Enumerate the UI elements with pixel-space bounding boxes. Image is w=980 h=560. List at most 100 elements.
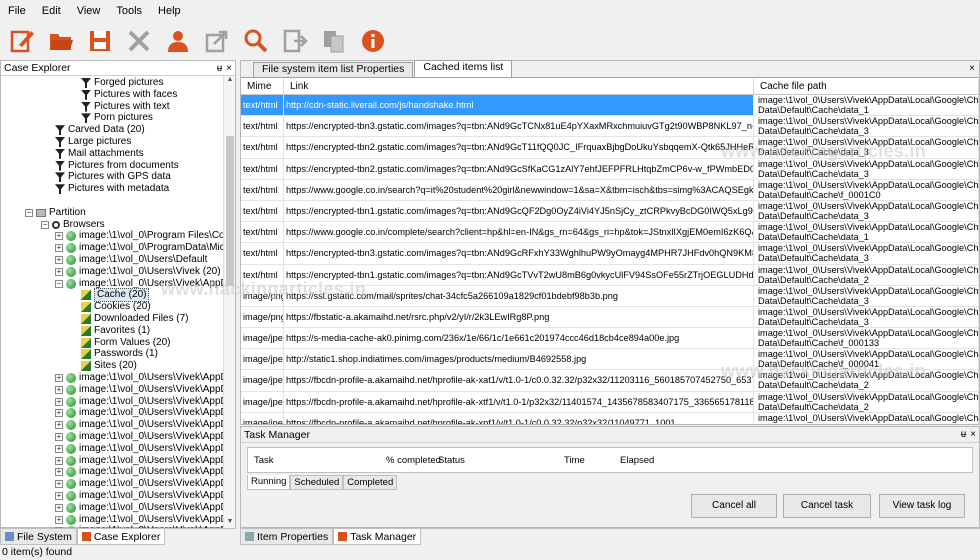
tab-item-properties[interactable]: Item Properties (240, 529, 334, 545)
pin-icon[interactable]: ᵾ (217, 63, 222, 74)
tree-node[interactable]: + image:\1\vol_0\Users\Vivek\AppData (55, 372, 225, 384)
table-row[interactable]: text/html https://encrypted-tbn2.gstatic.… (241, 158, 979, 180)
col-mime[interactable]: Mime (241, 79, 284, 94)
view-task-log-button[interactable]: View task log (879, 494, 965, 518)
tree-node[interactable]: Carved Data (20) (55, 124, 145, 136)
table-row[interactable]: image/jpeg https://fbcdn-profile-a.akamai… (241, 391, 979, 413)
tab-scheduled[interactable]: Scheduled (290, 475, 344, 490)
table-row[interactable]: image/jpeg http://static1.shop.indiatimes… (241, 349, 979, 371)
close-icon[interactable]: × (226, 63, 232, 74)
table-row[interactable]: text/html https://encrypted-tbn1.gstatic.… (241, 264, 979, 286)
expand-icon[interactable]: + (55, 456, 63, 465)
tree-node[interactable]: + image:\1\vol_0\Users\Vivek\AppData (55, 514, 225, 526)
tree-node[interactable]: Pictures with GPS data (55, 171, 171, 183)
expand-icon[interactable]: + (55, 444, 63, 453)
expand-icon[interactable]: + (55, 492, 63, 500)
open-case-button[interactable] (45, 25, 77, 57)
expand-icon[interactable]: + (55, 232, 63, 241)
table-row[interactable]: text/html https://www.google.co.in/comple… (241, 222, 979, 244)
table-row[interactable]: text/html https://encrypted-tbn3.gstatic.… (241, 116, 979, 138)
tree-node[interactable]: + image:\1\vol_0\Users\Vivek\AppData (55, 443, 225, 455)
expand-icon[interactable]: + (55, 244, 63, 253)
table-row[interactable]: image/png https://fbstatic-a.akamaihd.net… (241, 306, 979, 329)
scroll-up-icon[interactable]: ▲ (224, 76, 236, 86)
tree-node[interactable]: − Partition (25, 207, 86, 219)
tab-running[interactable]: Running (247, 475, 291, 490)
tree-node[interactable]: Forged pictures (81, 77, 163, 89)
search-button[interactable] (240, 25, 272, 57)
collapse-icon[interactable]: − (55, 279, 63, 288)
close-icon[interactable]: × (969, 63, 975, 74)
menu-help[interactable]: Help (150, 0, 189, 22)
expand-icon[interactable]: + (55, 433, 63, 441)
tree-node[interactable]: Form Values (20) (81, 337, 171, 349)
tab-properties[interactable]: File system item list Properties (253, 62, 414, 77)
expand-icon[interactable]: + (55, 421, 63, 430)
tree-node[interactable]: + image:\1\vol_0\Users\Vivek\AppData (55, 466, 225, 478)
table-row[interactable]: image/png https://ssl.gstatic.com/mail/sp… (241, 285, 979, 307)
col-link[interactable]: Link (284, 79, 754, 94)
tree-node[interactable]: Pictures with metadata (55, 183, 169, 195)
tree-node[interactable]: Cache (20) (81, 288, 150, 303)
expand-icon[interactable]: + (55, 468, 63, 477)
expand-icon[interactable]: + (55, 409, 63, 418)
tree-node[interactable]: Sites (20) (81, 360, 137, 372)
tree-node[interactable]: Porn pictures (81, 112, 153, 124)
tree-scrollbar[interactable]: ▲ ▼ (223, 76, 235, 528)
tree-node[interactable]: − Browsers (41, 219, 105, 231)
table-row[interactable]: image/jpeg https://s-media-cache-ak0.pini… (241, 328, 979, 350)
tree-node[interactable]: Mail attachments (55, 148, 144, 160)
expand-icon[interactable]: + (55, 397, 63, 406)
tab-file-system[interactable]: File System (0, 529, 77, 545)
tree-node[interactable]: Pictures with text (81, 101, 170, 113)
tab-task-manager[interactable]: Task Manager (333, 529, 422, 545)
tree-node[interactable]: Passwords (1) (81, 348, 158, 360)
save-button[interactable] (84, 25, 116, 57)
col-completed[interactable]: % completed (386, 455, 441, 466)
copy-button[interactable] (318, 25, 350, 57)
collapse-icon[interactable]: − (41, 220, 49, 229)
tree-node[interactable]: + image:\1\vol_0\Users\Vivek\AppData (55, 431, 225, 443)
scroll-thumb[interactable] (226, 136, 234, 286)
col-cache-path[interactable]: Cache file path (754, 79, 979, 94)
table-row[interactable]: text/html https://encrypted-tbn1.gstatic.… (241, 200, 979, 223)
collapse-icon[interactable]: − (25, 208, 33, 217)
menu-edit[interactable]: Edit (34, 0, 69, 22)
pin-icon[interactable]: ᵾ (961, 429, 966, 440)
expand-icon[interactable]: + (55, 256, 63, 264)
user-button[interactable] (162, 25, 194, 57)
export-button[interactable] (201, 25, 233, 57)
table-row[interactable]: text/html https://www.google.co.in/search… (241, 179, 979, 201)
table-row[interactable]: image/jpeg https://fbcdn-profile-a.akamai… (241, 370, 979, 392)
delete-button[interactable] (123, 25, 155, 57)
expand-icon[interactable]: + (55, 267, 63, 276)
menu-view[interactable]: View (69, 0, 109, 22)
tree-node[interactable]: + image:\1\vol_0\Users\Vivek\AppData (55, 396, 225, 408)
tree-node[interactable]: Favorites (1) (81, 325, 150, 337)
expand-icon[interactable]: + (55, 374, 63, 382)
tree-node[interactable]: + image:\1\vol_0\Users\Vivek\AppData (55, 419, 225, 431)
table-row[interactable]: image/jpeg https://fbcdn-profile-a.akamai… (241, 412, 979, 424)
tree-node[interactable]: + image:\1\vol_0\Users\Default (55, 254, 207, 266)
expand-icon[interactable]: + (55, 385, 63, 394)
cancel-all-button[interactable]: Cancel all (691, 494, 777, 518)
tab-cached-items[interactable]: Cached items list (414, 60, 513, 77)
expand-icon[interactable]: + (55, 503, 63, 512)
cancel-task-button[interactable]: Cancel task (783, 494, 871, 518)
scroll-down-icon[interactable]: ▼ (224, 518, 236, 528)
menu-tools[interactable]: Tools (108, 0, 150, 22)
table-row[interactable]: text/html https://encrypted-tbn2.gstatic.… (241, 137, 979, 159)
tree-node[interactable]: + image:\1\vol_0\Users\Vivek\AppData (55, 455, 225, 467)
tree-node[interactable]: + image:\1\vol_0\Users\Vivek\AppData (55, 407, 225, 419)
close-icon[interactable]: × (970, 429, 976, 440)
tree-node[interactable]: Downloaded Files (7) (81, 313, 189, 325)
tree-node[interactable]: + image:\1\vol_0\Users\Vivek (20) (55, 266, 221, 278)
tab-completed[interactable]: Completed (343, 475, 398, 490)
tab-case-explorer[interactable]: Case Explorer (76, 529, 166, 545)
col-task[interactable]: Task (254, 455, 274, 466)
tree-node[interactable]: + image:\1\vol_0\ProgramData\Microsc (55, 242, 225, 254)
new-case-button[interactable] (6, 25, 38, 57)
tree-node[interactable]: + image:\1\vol_0\Users\Vivek\AppData (55, 490, 225, 502)
table-row[interactable]: text/html http://cdn-static.liverail.com/… (241, 95, 979, 117)
tree-node[interactable]: + image:\1\vol_0\Program Files\Commo (55, 230, 225, 242)
